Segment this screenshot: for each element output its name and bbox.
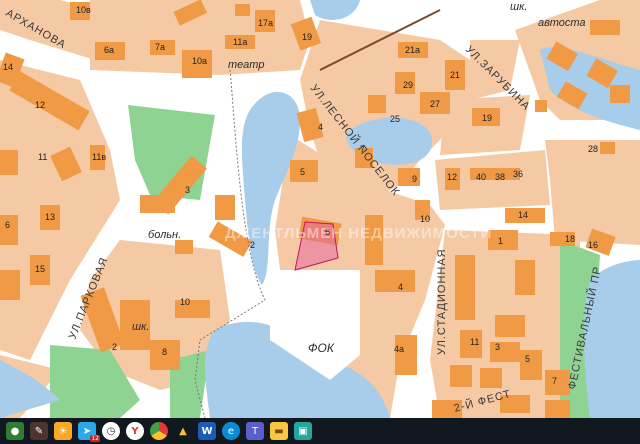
edge-icon[interactable]: e (222, 422, 240, 440)
label-theater: театр (228, 59, 264, 71)
watermark: ДЖЕНТЛЬМЕН НЕДВИЖИМОСТИ (225, 225, 492, 242)
house-number: 5 (525, 354, 530, 364)
house-number: 4 (318, 122, 323, 132)
house-number: 11в (92, 152, 106, 162)
taskbar: ● ✎ ☀ ➤ 12 ◷ Y ▲ W e T ▬ ▣ (0, 418, 640, 444)
house-number: 12 (35, 100, 45, 110)
house-number: 9 (412, 174, 417, 184)
house-number: 21 (450, 70, 460, 80)
house-number: 19 (482, 113, 492, 123)
house-number: 7а (155, 42, 165, 52)
house-number: 14 (3, 62, 13, 72)
word-icon[interactable]: W (198, 422, 216, 440)
house-number: 11 (470, 337, 479, 347)
house-number: 16 (588, 240, 598, 250)
house-number: 11 (38, 152, 47, 162)
house-number: 21а (405, 45, 420, 55)
label-bus-station: автоста (538, 17, 586, 29)
house-number: 27 (430, 99, 440, 109)
drive-icon[interactable]: ▲ (174, 422, 192, 440)
house-number: 10а (192, 56, 207, 66)
house-number: 10 (180, 297, 190, 307)
house-number: 25 (390, 114, 400, 124)
teams-icon[interactable]: T (246, 422, 264, 440)
sun-icon[interactable]: ☀ (54, 422, 72, 440)
house-number: 7 (552, 376, 557, 386)
house-number: 17а (258, 18, 273, 28)
yandex-icon[interactable]: Y (126, 422, 144, 440)
house-number: 11а (233, 37, 247, 47)
gallery-icon[interactable]: ▣ (294, 422, 312, 440)
house-number: 5 (300, 167, 305, 177)
chrome-icon[interactable] (150, 422, 168, 440)
house-number: 8 (162, 347, 167, 357)
telegram-icon[interactable]: ➤ 12 (78, 422, 100, 442)
label-fok: ФОК (308, 341, 335, 355)
house-number: 40 (476, 172, 486, 182)
house-number: 7 (360, 144, 365, 154)
folder-icon[interactable]: ▬ (270, 422, 288, 440)
house-number: 1 (498, 236, 503, 246)
clock-icon[interactable]: ◷ (102, 422, 120, 440)
house-number: 13 (45, 212, 55, 222)
telegram-badge: 12 (90, 435, 100, 442)
house-number: 4а (394, 344, 404, 354)
house-number: 3 (495, 342, 500, 352)
chrome-like-icon[interactable]: ● (6, 422, 24, 440)
house-number: 6 (5, 220, 10, 230)
house-number: 19 (302, 32, 312, 42)
street-stadionnaya: УЛ.СТАДИОННАЯ (436, 248, 448, 355)
house-number: 3 (185, 185, 190, 195)
house-number: 2 (112, 342, 117, 352)
house-number: 18 (565, 234, 575, 244)
house-number: 4 (398, 282, 403, 292)
label-school-2: шк. (510, 1, 527, 13)
house-number: 29 (403, 80, 413, 90)
house-number: 6а (104, 45, 114, 55)
house-number: 15 (35, 264, 45, 274)
map-canvas[interactable]: АРХАНОВА УЛ.ЛЕСНОЙ ПОСЕЛОК УЛ.ЗАРУБИНА У… (0, 0, 640, 418)
house-number: 10 (420, 214, 430, 224)
house-number: 10в (76, 5, 91, 15)
house-number: 28 (588, 144, 598, 154)
house-number: 12 (447, 172, 457, 182)
house-number: 36 (513, 169, 523, 179)
house-number: 14 (518, 210, 528, 220)
label-school: шк. (132, 321, 149, 333)
label-hospital: больн. (148, 229, 181, 241)
tool-icon[interactable]: ✎ (30, 422, 48, 440)
house-number: 38 (495, 172, 505, 182)
